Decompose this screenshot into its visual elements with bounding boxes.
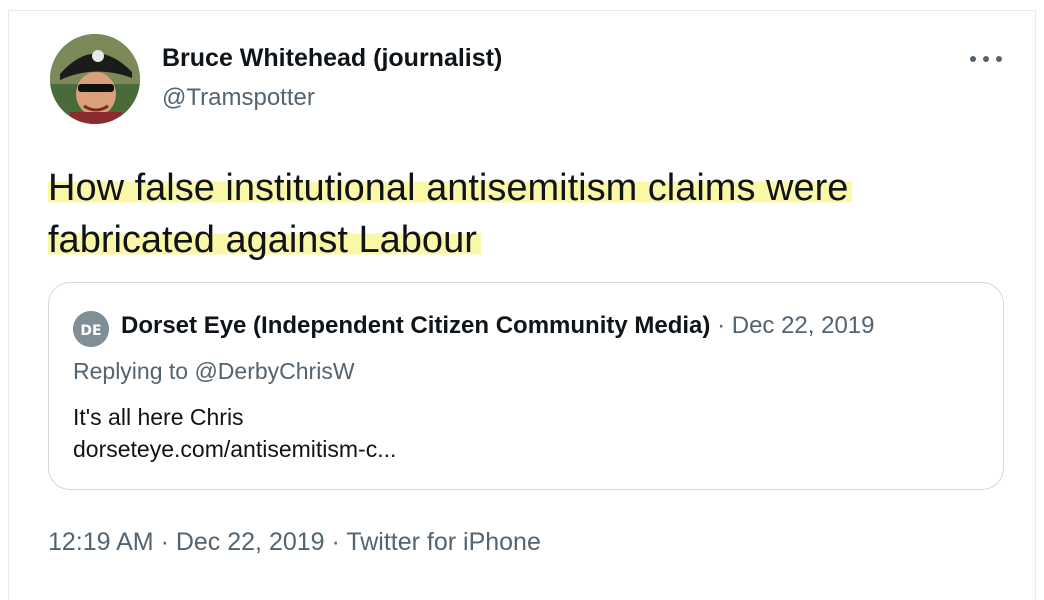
quoted-author-name[interactable]: Dorset Eye (Independent Citizen Communit… xyxy=(121,312,710,339)
quoted-text: It's all here Chris dorseteye.com/antise… xyxy=(73,401,396,465)
quoted-link[interactable]: dorseteye.com/antisemitism-c... xyxy=(73,433,396,465)
dorset-eye-logo-icon: DE xyxy=(73,311,109,347)
replying-to: Replying to @DerbyChrisW xyxy=(73,358,355,384)
tweet-text-line-1: How false institutional antisemitism cla… xyxy=(48,167,853,209)
quoted-tweet[interactable]: DE Dorset Eye (Independent Citizen Commu… xyxy=(48,282,1004,490)
quoted-header: Dorset Eye (Independent Citizen Communit… xyxy=(121,311,875,341)
svg-text:DE: DE xyxy=(80,323,101,339)
tweet-text-line-2: fabricated against Labour xyxy=(48,219,481,261)
tweet-text: How false institutional antisemitism cla… xyxy=(48,162,1008,266)
quoted-date[interactable]: · Dec 22, 2019 xyxy=(710,312,874,339)
author-name[interactable]: Bruce Whitehead (journalist) xyxy=(162,44,502,73)
author-handle[interactable]: @Tramspotter xyxy=(162,84,315,112)
pirate-avatar-icon xyxy=(50,34,140,124)
author-avatar[interactable] xyxy=(50,34,140,124)
more-horizontal-icon[interactable] xyxy=(970,48,1002,70)
tweet-timestamp[interactable]: 12:19 AM · Dec 22, 2019 · Twitter for iP… xyxy=(48,528,541,557)
quoted-author-avatar[interactable]: DE xyxy=(73,311,109,347)
quoted-text-line: It's all here Chris xyxy=(73,404,244,430)
